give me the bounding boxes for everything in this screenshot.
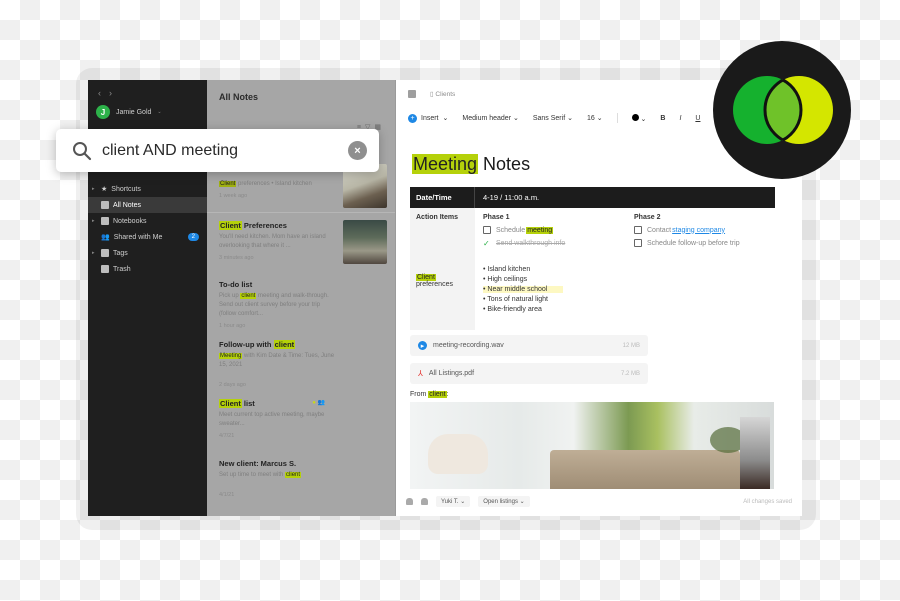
list-item: • High ceilings [483, 276, 528, 283]
from-client-caption: From client: [410, 391, 449, 398]
phase-1-column: Phase 1 Schedule meeting ✓ Send walkthrou… [483, 214, 634, 254]
checkbox[interactable] [483, 226, 491, 234]
living-room-image[interactable] [410, 402, 774, 489]
toolbar-divider [616, 113, 618, 123]
star-icon: ★ [101, 186, 108, 193]
back-icon[interactable]: ‹ [98, 88, 109, 98]
sidebar-item-label: Shortcuts [111, 185, 141, 193]
text-color-button[interactable]: ⌄ [631, 113, 646, 123]
formatting-toolbar: + Insert ⌄ Medium header ⌄ Sans Serif ⌄ 1… [408, 113, 719, 123]
assignee-dropdown[interactable]: Yuki T. ⌄ [436, 496, 471, 507]
expand-caret-icon[interactable]: ▸ [92, 250, 97, 256]
audio-play-icon[interactable]: ▸ [418, 341, 427, 350]
note-list-title: All Notes [219, 92, 259, 102]
status-dropdown[interactable]: Open listings ⌄ [478, 496, 530, 507]
avatar: J [96, 105, 110, 119]
color-swatch-icon [631, 113, 639, 121]
task-item[interactable]: Contact staging company [634, 226, 740, 234]
search-bar[interactable]: client AND meeting × [56, 129, 379, 172]
note-date: 2 days ago [219, 382, 246, 388]
insert-button[interactable]: + Insert ⌄ [408, 113, 448, 123]
table-header-row: Date/Time 4-19 / 11:00 a.m. [410, 187, 775, 208]
note-title[interactable]: Meeting Notes [412, 154, 530, 175]
list-item: • Bike-friendly area [483, 306, 542, 313]
task-item[interactable]: Schedule meeting [483, 226, 634, 234]
shared-count-badge: 2 [187, 233, 199, 241]
search-icon [73, 141, 92, 160]
share-icon[interactable] [421, 498, 428, 505]
save-status: All changes saved [743, 498, 792, 505]
sidebar-item-tags[interactable]: ▸ Tags [88, 245, 207, 261]
sidebar-item-trash[interactable]: Trash [88, 261, 207, 277]
task-item[interactable]: Schedule follow-up before trip [634, 239, 740, 247]
note-list-item[interactable]: To-do list Pick up client meeting and wa… [207, 280, 395, 329]
sidebar-item-shared-with-me[interactable]: 👥 Shared with Me 2 [88, 229, 207, 245]
attachment-pdf[interactable]: ⅄ All Listings.pdf 7.2 MB [410, 363, 648, 384]
venn-diagram-icon [733, 76, 833, 144]
meeting-table: Date/Time 4-19 / 11:00 a.m. Action Items… [410, 187, 775, 330]
sidebar-item-label: All Notes [113, 201, 142, 209]
chevron-down-icon: ⌄ [157, 109, 162, 115]
sidebar-item-label: Notebooks [113, 217, 147, 225]
note-date: 4/7/21 [219, 433, 235, 439]
preferences-list: • Island kitchen • High ceilings • Near … [483, 266, 767, 313]
close-icon: × [354, 144, 361, 157]
note-list-item[interactable]: Client list Meet current top active meet… [207, 399, 395, 439]
shared-indicator-icon: ● 👥 [312, 400, 325, 406]
list-item: • Near middle school [483, 286, 563, 293]
font-dropdown[interactable]: Sans Serif ⌄ [533, 114, 573, 122]
plus-icon: + [408, 113, 417, 123]
checkmark-icon[interactable]: ✓ [483, 239, 491, 248]
note-list-item[interactable]: Follow-up with client Meeting with Kim D… [207, 340, 395, 388]
underline-button[interactable]: U [695, 115, 700, 122]
notebook-breadcrumb[interactable]: ▯ Clients [430, 90, 455, 98]
expand-caret-icon[interactable]: ▸ [92, 186, 97, 192]
forward-icon[interactable]: › [109, 88, 120, 98]
clear-search-button[interactable]: × [348, 141, 367, 160]
note-list-item[interactable]: New client: Marcus S. Set up time to mee… [207, 459, 395, 498]
note-date: 1 hour ago [219, 323, 246, 329]
sidebar-item-shortcuts[interactable]: ▸ ★ Shortcuts [88, 181, 207, 197]
venn-logo [713, 41, 851, 179]
sidebar-item-notebooks[interactable]: ▸ Notebooks [88, 213, 207, 229]
reminder-icon[interactable] [406, 498, 413, 505]
pdf-icon: ⅄ [418, 369, 423, 378]
expand-icon[interactable] [408, 90, 416, 98]
table-row-action-items: Action Items Phase 1 Schedule meeting ✓ S… [410, 208, 775, 260]
search-input[interactable]: client AND meeting [102, 142, 338, 160]
nav-arrows: ‹› [98, 88, 120, 98]
phase-2-column: Phase 2 Contact staging company Schedule… [634, 214, 740, 247]
attachment-audio[interactable]: ▸ meeting-recording.wav 12 MB [410, 335, 648, 356]
people-icon: 👥 [101, 234, 110, 241]
account-switcher[interactable]: J Jamie Gold ⌄ [96, 105, 162, 119]
editor-footer: Yuki T. ⌄ Open listings ⌄ All changes sa… [406, 496, 792, 507]
list-item: • Tons of natural light [483, 296, 548, 303]
staging-company-link[interactable]: staging company [672, 227, 725, 234]
note-date: 4/1/21 [219, 492, 235, 498]
account-name: Jamie Gold [116, 108, 152, 116]
tag-icon [101, 249, 109, 257]
sidebar-item-label: Tags [113, 249, 128, 257]
sidebar-item-label: Shared with Me [113, 233, 163, 241]
sidebar-item-label: Trash [113, 265, 131, 273]
sidebar-item-all-notes[interactable]: All Notes [88, 197, 207, 213]
note-thumbnail [343, 220, 387, 264]
bold-button[interactable]: B [660, 115, 665, 122]
trash-icon [101, 265, 109, 273]
checkbox[interactable] [634, 226, 642, 234]
italic-button[interactable]: I [679, 115, 681, 122]
note-icon [101, 201, 109, 209]
style-dropdown[interactable]: Medium header ⌄ [462, 114, 518, 122]
list-item: • Island kitchen [483, 266, 531, 273]
notebook-icon [101, 217, 109, 225]
task-item[interactable]: ✓ Send walkthrough info [483, 239, 634, 248]
table-row-client-preferences: Client preferences • Island kitchen • Hi… [410, 260, 775, 330]
expand-caret-icon[interactable]: ▸ [92, 218, 97, 224]
editor-header: ▯ Clients [408, 90, 455, 98]
font-size-dropdown[interactable]: 16 ⌄ [587, 114, 603, 122]
checkbox[interactable] [634, 239, 642, 247]
